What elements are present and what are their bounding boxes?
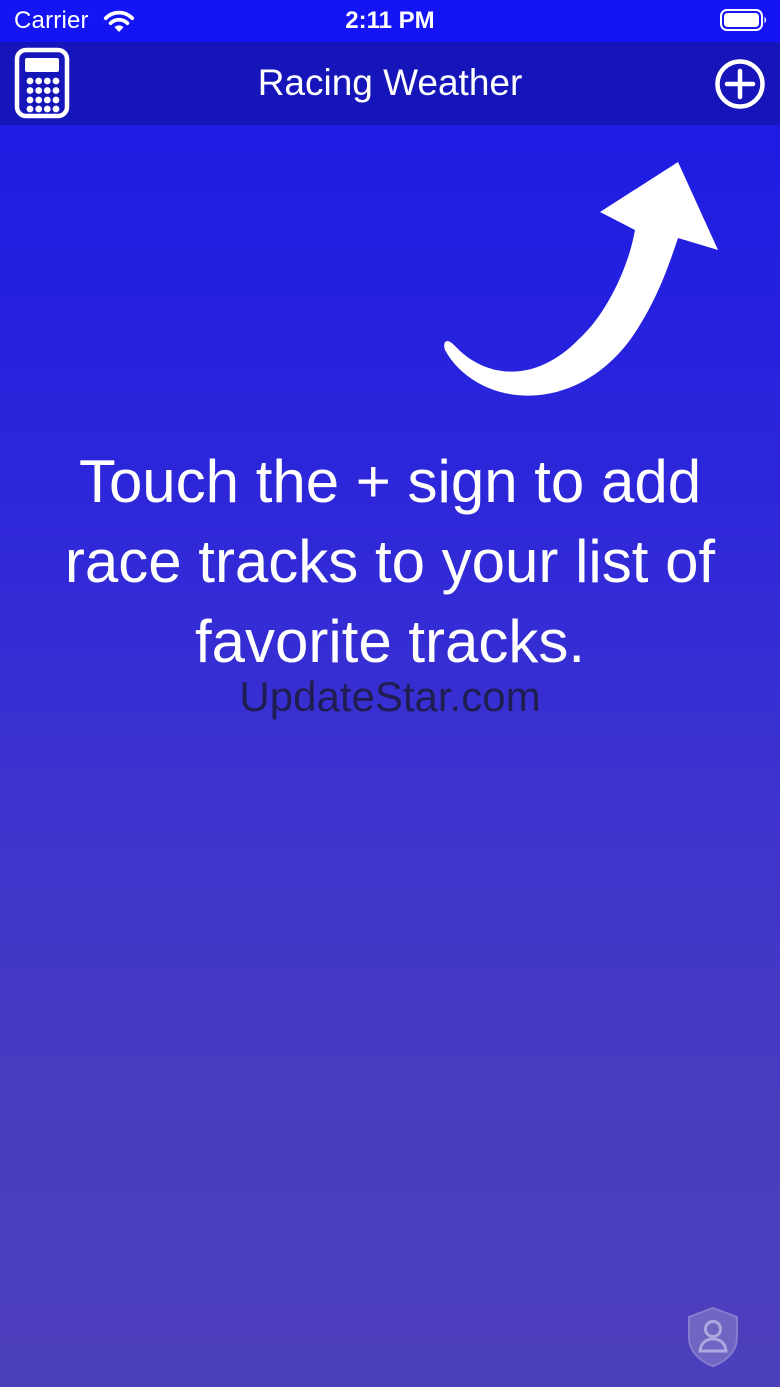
- shield-user-icon[interactable]: [686, 1305, 740, 1369]
- nav-bar: Racing Weather: [0, 42, 780, 125]
- status-time: 2:11 PM: [345, 7, 435, 34]
- instruction-text: Touch the + sign to add race tracks to y…: [64, 448, 716, 675]
- plus-circle-icon[interactable]: [714, 58, 766, 110]
- watermark-text: UpdateStar.com: [239, 673, 541, 720]
- page-title: Racing Weather: [257, 62, 523, 103]
- status-bar: Carrier 2:11 PM: [0, 0, 780, 42]
- curved-arrow-icon: [444, 162, 718, 396]
- battery-icon: [720, 9, 766, 31]
